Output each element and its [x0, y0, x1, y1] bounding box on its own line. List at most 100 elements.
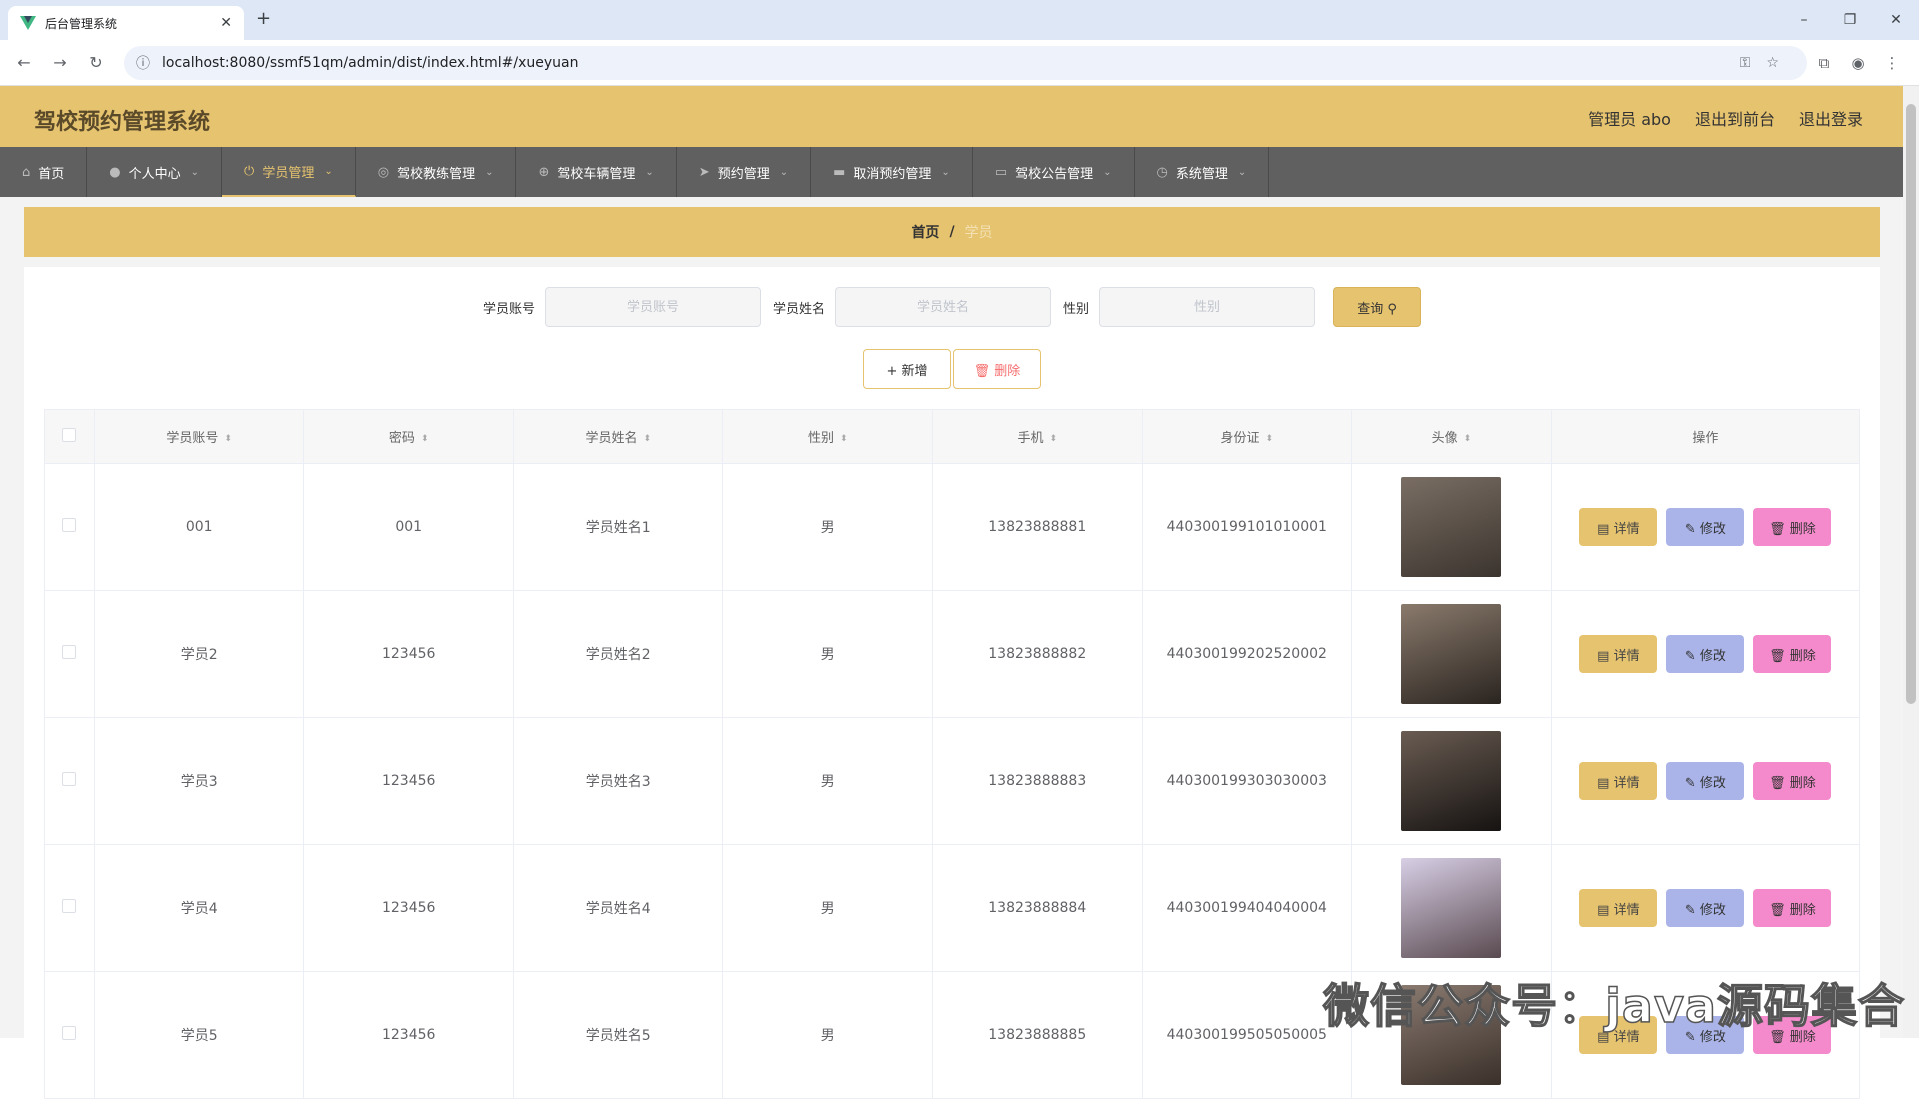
- clock-icon: ◷: [1157, 165, 1168, 180]
- menu-label: 学员管理: [262, 162, 314, 181]
- cell-password: 123456: [304, 591, 514, 718]
- url-text: localhost:8080/ssmf51qm/admin/dist/index…: [162, 55, 578, 71]
- new-tab-button[interactable]: +: [256, 8, 271, 29]
- cell-password: 123456: [304, 972, 514, 1099]
- detail-button[interactable]: ▤ 详情: [1579, 508, 1657, 546]
- profile-icon[interactable]: ◉: [1841, 54, 1875, 72]
- sort-icon[interactable]: ⬍: [840, 436, 848, 442]
- query-button[interactable]: 查询 ⚲: [1333, 287, 1421, 327]
- col-gender[interactable]: 性别⬍: [723, 410, 933, 464]
- main-content: 首页 / 学员 学员账号 学员姓名 性别 查询 ⚲ + 新增 🗑 删除 学员账号…: [0, 197, 1903, 1038]
- more-menu-icon[interactable]: ⋮: [1875, 54, 1909, 72]
- menu-item-home[interactable]: ⌂首页: [0, 147, 87, 197]
- name-input[interactable]: [835, 287, 1051, 327]
- sort-icon[interactable]: ⬍: [1266, 436, 1274, 442]
- account-input[interactable]: [545, 287, 761, 327]
- maximize-button[interactable]: ❐: [1827, 0, 1873, 40]
- delete-button[interactable]: 🗑 删除: [1753, 762, 1831, 800]
- select-all-checkbox[interactable]: [62, 428, 76, 442]
- col-phone[interactable]: 手机⬍: [933, 410, 1143, 464]
- cell-account: 学员2: [94, 591, 304, 718]
- cell-name: 学员姓名5: [513, 972, 723, 1099]
- edit-button[interactable]: ✎ 修改: [1666, 508, 1744, 546]
- app-title: 驾校预约管理系统: [34, 104, 210, 136]
- cell-password: 123456: [304, 718, 514, 845]
- reload-button[interactable]: ↻: [82, 53, 110, 72]
- sort-icon[interactable]: ⬍: [643, 436, 651, 442]
- sort-icon[interactable]: ⬍: [1049, 436, 1057, 442]
- edit-button[interactable]: ✎ 修改: [1666, 889, 1744, 927]
- tab-bar: 后台管理系统 ✕ + – ❐ ✕: [0, 0, 1919, 40]
- delete-button[interactable]: 🗑 删除: [1753, 508, 1831, 546]
- cell-avatar: [1352, 591, 1552, 718]
- cell-gender: 男: [723, 464, 933, 591]
- site-info-icon[interactable]: ⓘ: [136, 53, 150, 73]
- cast-icon[interactable]: ⧉: [1807, 54, 1841, 72]
- delete-button[interactable]: 🗑 删除: [1753, 635, 1831, 673]
- menu-item-vehicles[interactable]: ⊕驾校车辆管理⌄: [516, 147, 676, 197]
- cell-gender: 男: [723, 718, 933, 845]
- cell-avatar: [1352, 464, 1552, 591]
- gender-input[interactable]: [1099, 287, 1315, 327]
- avatar[interactable]: [1401, 477, 1501, 577]
- col-password[interactable]: 密码⬍: [304, 410, 514, 464]
- table-row: 学员2 123456 学员姓名2 男 13823888882 440300199…: [45, 591, 1860, 718]
- page-scrollbar[interactable]: [1903, 86, 1919, 1038]
- flag-icon: ▬: [833, 165, 845, 180]
- col-idcard[interactable]: 身份证⬍: [1142, 410, 1352, 464]
- cell-phone: 13823888882: [933, 591, 1143, 718]
- menu-item-students[interactable]: ⏻学员管理⌄: [222, 147, 356, 197]
- edit-button[interactable]: ✎ 修改: [1666, 762, 1744, 800]
- add-button[interactable]: + 新增: [863, 349, 951, 389]
- row-checkbox[interactable]: [62, 518, 76, 532]
- menu-item-notices[interactable]: ▭驾校公告管理⌄: [973, 147, 1135, 197]
- detail-button[interactable]: ▤ 详情: [1579, 889, 1657, 927]
- row-select-cell: [45, 972, 95, 1099]
- menu-item-profile[interactable]: ●个人中心⌄: [87, 147, 222, 197]
- power-icon: ⏻: [244, 164, 254, 179]
- row-checkbox[interactable]: [62, 899, 76, 913]
- cell-avatar: [1352, 718, 1552, 845]
- edit-button[interactable]: ✎ 修改: [1666, 635, 1744, 673]
- breadcrumb-home[interactable]: 首页: [911, 222, 939, 242]
- avatar[interactable]: [1401, 604, 1501, 704]
- menu-item-coaches[interactable]: ◎驾校教练管理⌄: [356, 147, 517, 197]
- detail-button[interactable]: ▤ 详情: [1579, 635, 1657, 673]
- minimize-button[interactable]: –: [1781, 0, 1827, 40]
- cell-actions: ▤ 详情✎ 修改🗑 删除: [1551, 845, 1859, 972]
- row-select-cell: [45, 591, 95, 718]
- batch-delete-button[interactable]: 🗑 删除: [953, 349, 1041, 389]
- sort-icon[interactable]: ⬍: [224, 436, 232, 442]
- tab-close-icon[interactable]: ✕: [220, 15, 232, 31]
- exit-to-front-link[interactable]: 退出到前台: [1695, 106, 1775, 130]
- close-window-button[interactable]: ✕: [1873, 0, 1919, 40]
- cell-phone: 13823888884: [933, 845, 1143, 972]
- delete-button[interactable]: 🗑 删除: [1753, 889, 1831, 927]
- breadcrumb-separator: /: [949, 224, 954, 240]
- url-bar[interactable]: ⓘ localhost:8080/ssmf51qm/admin/dist/ind…: [124, 46, 1807, 80]
- col-name[interactable]: 学员姓名⬍: [513, 410, 723, 464]
- logout-link[interactable]: 退出登录: [1799, 106, 1863, 130]
- forward-button[interactable]: →: [46, 53, 74, 72]
- row-select-cell: [45, 718, 95, 845]
- menu-item-cancellations[interactable]: ▬取消预约管理⌄: [811, 147, 973, 197]
- detail-button[interactable]: ▤ 详情: [1579, 762, 1657, 800]
- address-bar-row: ← → ↻ ⓘ localhost:8080/ssmf51qm/admin/di…: [0, 40, 1919, 86]
- scrollbar-thumb[interactable]: [1906, 104, 1916, 704]
- menu-item-system[interactable]: ◷系统管理⌄: [1135, 147, 1270, 197]
- col-label: 头像: [1432, 431, 1458, 446]
- row-checkbox[interactable]: [62, 772, 76, 786]
- col-account[interactable]: 学员账号⬍: [94, 410, 304, 464]
- avatar[interactable]: [1401, 858, 1501, 958]
- cell-phone: 13823888881: [933, 464, 1143, 591]
- back-button[interactable]: ←: [10, 53, 38, 72]
- avatar[interactable]: [1401, 731, 1501, 831]
- row-checkbox[interactable]: [62, 645, 76, 659]
- cell-account: 学员3: [94, 718, 304, 845]
- menu-item-bookings[interactable]: ➤预约管理⌄: [677, 147, 811, 197]
- key-and-bookmark-icons[interactable]: ⚿☆: [1740, 55, 1795, 71]
- col-avatar[interactable]: 头像 ⬍: [1352, 410, 1552, 464]
- sort-icon[interactable]: ⬍: [1464, 436, 1472, 442]
- sort-icon[interactable]: ⬍: [421, 436, 429, 442]
- browser-tab[interactable]: 后台管理系统 ✕: [8, 6, 244, 40]
